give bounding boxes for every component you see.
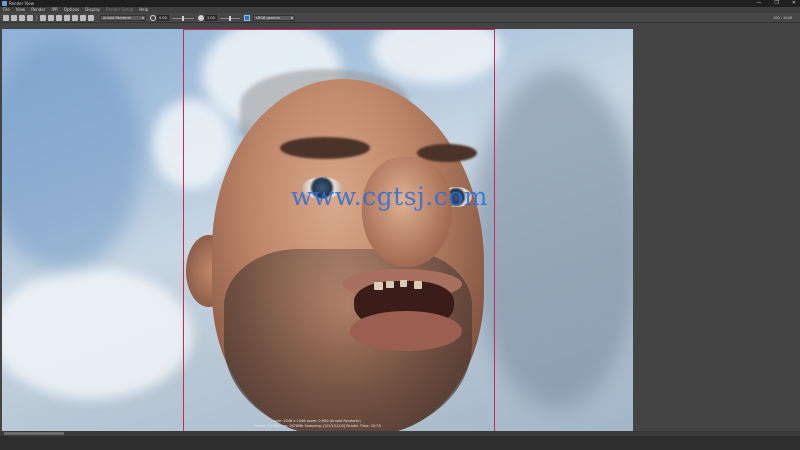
render-icon[interactable] (3, 15, 9, 21)
colorspace-dropdown[interactable]: sRGB gamma ▼ (253, 15, 295, 21)
render-view-window: Render View — ❐ ✕ File View Render IPR O… (0, 0, 800, 450)
resolution-gate-right (494, 29, 495, 431)
snapshot-icon[interactable] (40, 15, 46, 21)
remove-image-icon[interactable] (56, 15, 62, 21)
renderer-dropdown-value: Arnold Renderer (103, 16, 132, 20)
color-management-icon[interactable] (244, 15, 250, 21)
ogre-tooth (400, 280, 407, 287)
cloud (372, 29, 502, 84)
minimize-button[interactable]: — (756, 0, 761, 7)
title-bar: Render View — ❐ ✕ (0, 0, 800, 7)
status-bar (0, 436, 800, 450)
cloud (152, 99, 232, 189)
render-info-line1: size: 1048 x 1048 zoom: 0.900 (Arnold Re… (274, 419, 361, 423)
toolbar: Arnold Renderer ▼ 0.00 1.00 sRGB gamma ▼… (0, 13, 800, 23)
colorspace-dropdown-value: sRGB gamma (256, 16, 280, 20)
window-controls: — ❐ ✕ (756, 0, 796, 7)
refresh-icon[interactable] (19, 15, 25, 21)
ogre-tooth (386, 281, 394, 288)
chevron-down-icon: ▼ (290, 16, 293, 20)
display-icon[interactable] (88, 15, 94, 21)
renderer-dropdown[interactable]: Arnold Renderer ▼ (100, 15, 146, 21)
real-size-icon[interactable] (80, 15, 86, 21)
alpha-channel-icon[interactable] (72, 15, 78, 21)
toolbar-separator (36, 15, 37, 21)
render-info-line2: Frame: 10 Memory: 2678Mb Sampling: [3/1/… (254, 424, 381, 428)
close-button[interactable]: ✕ (792, 0, 796, 7)
ogre-tooth (374, 282, 383, 290)
maximize-button[interactable]: ❐ (774, 0, 778, 7)
rendered-image[interactable]: size: 1048 x 1048 zoom: 0.900 (Arnold Re… (2, 29, 633, 431)
exposure-icon[interactable] (150, 15, 156, 21)
sky-shadow (2, 39, 142, 269)
resolution-gate-top (183, 29, 495, 30)
exposure-slider-handle[interactable] (182, 15, 184, 21)
app-icon (2, 1, 7, 6)
resolution-gate-left (183, 29, 184, 431)
resolution-label: 100 : 1048 (773, 16, 792, 20)
gamma-slider-handle[interactable] (229, 15, 231, 21)
window-title: Render View (9, 1, 35, 6)
watermark-text: www.cgtsj.com (291, 182, 489, 211)
rgb-channel-icon[interactable] (64, 15, 70, 21)
ogre-brow (280, 137, 370, 159)
exposure-field[interactable]: 0.00 (157, 15, 169, 21)
ogre-nose (362, 157, 452, 267)
gamma-icon[interactable] (198, 15, 204, 21)
cloud-shadow (472, 69, 633, 409)
chevron-down-icon: ▼ (141, 16, 144, 20)
keep-image-icon[interactable] (48, 15, 54, 21)
ogre-lower-lip (350, 311, 462, 351)
ogre-tooth (414, 281, 422, 289)
region-icon[interactable] (27, 15, 33, 21)
gamma-field[interactable]: 1.00 (205, 15, 217, 21)
cloud (2, 269, 192, 399)
scrollbar-thumb[interactable] (4, 432, 64, 435)
ipr-icon[interactable] (11, 15, 17, 21)
